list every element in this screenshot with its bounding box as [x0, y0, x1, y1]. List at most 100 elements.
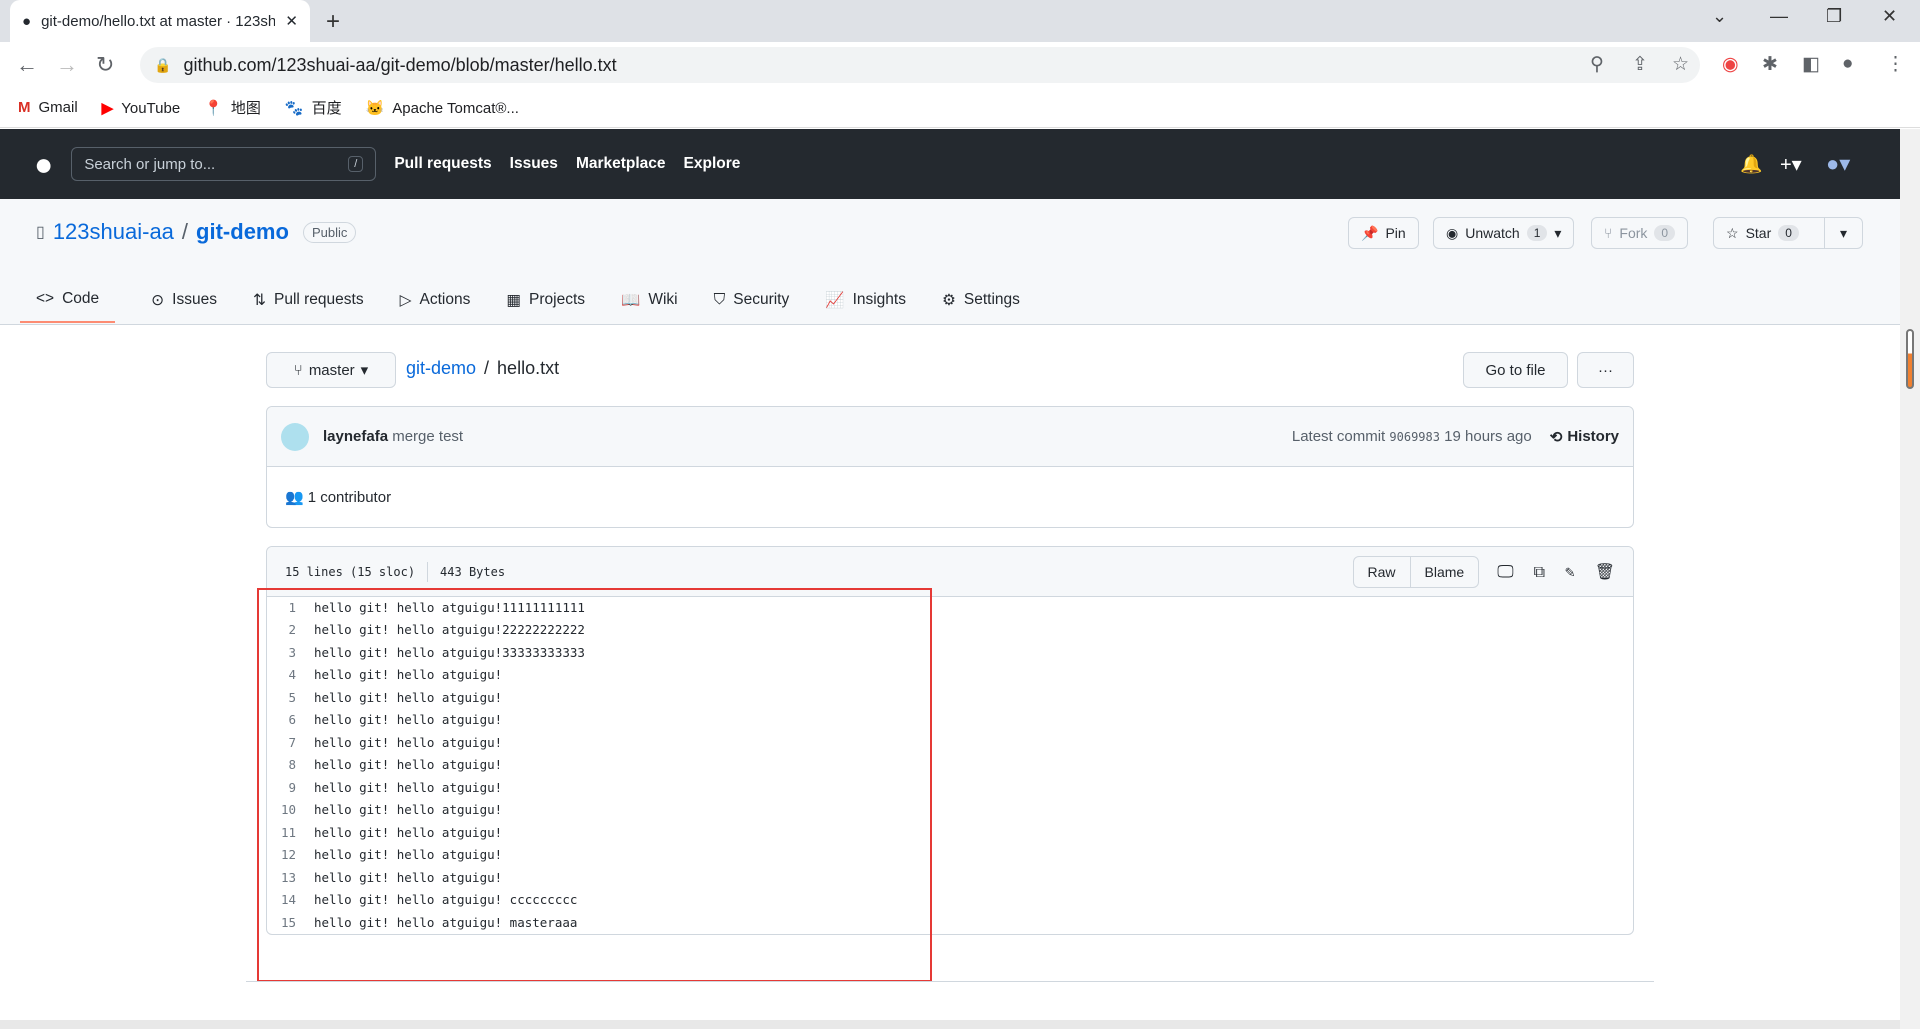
github-icon: ●: [22, 12, 32, 30]
zoom-icon[interactable]: ⚲: [1590, 53, 1604, 76]
caret-down-icon: ▾: [1554, 224, 1562, 241]
copy-icon[interactable]: ⧉: [1534, 562, 1545, 582]
bookmark-maps[interactable]: 📍 地图: [204, 97, 261, 118]
pin-button[interactable]: 📌 Pin: [1348, 217, 1419, 249]
tab-wiki[interactable]: 📖 Wiki: [621, 277, 678, 323]
tab-actions[interactable]: ▷ Actions: [400, 277, 471, 323]
bookmark-baidu[interactable]: 🐾 百度: [285, 97, 342, 118]
contributors-link[interactable]: 👥 1 contributor: [267, 467, 1633, 527]
tab-issues[interactable]: ⊙ Issues: [151, 277, 217, 323]
reload-icon[interactable]: ↻: [96, 52, 114, 78]
puzzle-icon[interactable]: ✱: [1762, 53, 1778, 76]
visibility-badge: Public: [302, 221, 357, 243]
fork-button[interactable]: ⑂ Fork 0: [1591, 217, 1689, 249]
scrollbar-thumb[interactable]: [1906, 329, 1914, 389]
bookmark-tomcat[interactable]: 🐱 Apache Tomcat®...: [366, 99, 519, 117]
commit-time: 19 hours ago: [1444, 428, 1532, 445]
blame-button[interactable]: Blame: [1411, 557, 1479, 587]
page-scrollbar[interactable]: [1900, 129, 1920, 1029]
eye-icon: ◉: [1446, 224, 1459, 241]
notifications-bell-icon[interactable]: 🔔: [1740, 154, 1762, 175]
bookmark-gmail[interactable]: M Gmail: [18, 99, 78, 116]
code-icon: <>: [36, 290, 55, 307]
breadcrumb-filename: hello.txt: [497, 358, 560, 378]
lock-icon: 🔒: [154, 56, 172, 73]
star-icon: ☆: [1726, 224, 1739, 241]
branch-icon: ⑂: [293, 361, 303, 379]
trash-icon[interactable]: 🗑: [1595, 562, 1615, 581]
highlight-annotation-box: [257, 588, 932, 982]
youtube-icon: ▶: [101, 99, 114, 117]
restore-button[interactable]: ❐: [1826, 6, 1842, 27]
tomcat-icon: 🐱: [365, 99, 385, 117]
star-dropdown-icon[interactable]: ▾: [1824, 218, 1862, 248]
branch-selector[interactable]: ⑂ master ▾: [266, 352, 396, 388]
breadcrumb: git-demo / hello.txt: [406, 358, 560, 379]
side-panel-icon[interactable]: ◧: [1802, 53, 1820, 76]
close-tab-icon[interactable]: ✕: [285, 12, 298, 30]
close-window-button[interactable]: ✕: [1882, 6, 1897, 27]
tab-security[interactable]: ⛉ Security: [714, 277, 790, 323]
nav-pull-requests[interactable]: Pull requests: [394, 155, 491, 173]
gear-icon: ⚙: [941, 291, 956, 309]
nav-marketplace[interactable]: Marketplace: [576, 155, 666, 173]
browser-tab[interactable]: ● git-demo/hello.txt at master · 123shua…: [10, 0, 310, 42]
github-header: ● Search or jump to... / Pull requests I…: [0, 129, 1900, 199]
tab-pull-requests[interactable]: ⇅ Pull requests: [253, 277, 364, 323]
repo-header: ▯ 123shuai-aa / git-demo Public 📌 Pin ◉ Un…: [0, 199, 1900, 325]
search-shortcut: /: [348, 156, 364, 172]
extension-icon[interactable]: ◉: [1722, 53, 1739, 76]
file-lines-info: 15 lines (15 sloc): [285, 564, 416, 579]
bottom-bar: [0, 1020, 1900, 1029]
footer-divider: [246, 981, 1654, 982]
pull-request-icon: ⇅: [252, 291, 266, 309]
repo-owner-link[interactable]: 123shuai-aa: [53, 219, 174, 245]
play-icon: ▷: [399, 291, 412, 309]
search-input[interactable]: Search or jump to... /: [71, 147, 377, 181]
more-options-button[interactable]: ···: [1577, 352, 1634, 388]
book-icon: 📖: [621, 291, 641, 309]
tab-insights[interactable]: 📈 Insights: [825, 277, 906, 323]
bookmark-star-icon[interactable]: ☆: [1672, 53, 1689, 76]
tab-search-icon[interactable]: ⌄: [1712, 6, 1727, 27]
commit-message[interactable]: merge test: [392, 428, 463, 445]
star-button[interactable]: ☆ Star 0 ▾: [1713, 217, 1863, 249]
unwatch-button[interactable]: ◉ Unwatch 1 ▾: [1433, 217, 1575, 249]
create-new-icon[interactable]: +▾: [1780, 152, 1802, 177]
user-avatar[interactable]: ●▾: [1826, 151, 1850, 177]
gmail-icon: M: [18, 99, 31, 116]
breadcrumb-repo-link[interactable]: git-demo: [406, 358, 476, 379]
nav-explore[interactable]: Explore: [684, 155, 741, 173]
forward-icon[interactable]: →: [56, 52, 78, 78]
desktop-icon[interactable]: 🖵: [1497, 562, 1513, 582]
minimize-button[interactable]: —: [1770, 6, 1788, 27]
github-logo-icon[interactable]: ●: [34, 146, 53, 183]
tab-code[interactable]: <> Code: [20, 277, 116, 323]
pencil-icon[interactable]: ✎: [1565, 562, 1575, 581]
commit-sha[interactable]: 9069983: [1389, 430, 1440, 444]
profile-icon[interactable]: ●: [1842, 53, 1853, 75]
table-icon: ▦: [506, 291, 522, 309]
author-avatar[interactable]: [281, 422, 309, 451]
go-to-file-button[interactable]: Go to file: [1463, 352, 1568, 388]
raw-button[interactable]: Raw: [1354, 556, 1411, 587]
nav-issues[interactable]: Issues: [510, 155, 558, 173]
tab-settings[interactable]: ⚙ Settings: [942, 277, 1020, 323]
caret-down-icon: ▾: [360, 362, 369, 379]
repo-name-link[interactable]: git-demo: [196, 219, 289, 245]
commit-author[interactable]: laynefafa: [323, 428, 388, 445]
bookmark-youtube[interactable]: ▶ YouTube: [102, 99, 181, 117]
share-icon[interactable]: ⇪: [1632, 53, 1648, 76]
commit-box: laynefafa merge test Latest commit 90699…: [266, 406, 1634, 528]
back-icon[interactable]: ←: [16, 52, 38, 78]
file-size: 443 Bytes: [440, 564, 506, 579]
tab-projects[interactable]: ▦ Projects: [506, 277, 585, 323]
tab-title: git-demo/hello.txt at master · 123shuai-…: [41, 12, 276, 30]
menu-icon[interactable]: ⋮: [1886, 53, 1905, 76]
graph-icon: 📈: [825, 291, 845, 309]
new-tab-button[interactable]: +: [326, 8, 340, 36]
history-link[interactable]: ⟲ History: [1550, 428, 1619, 446]
address-bar[interactable]: 🔒 github.com/123shuai-aa/git-demo/blob/m…: [140, 47, 1700, 83]
url-text: github.com/123shuai-aa/git-demo/blob/mas…: [183, 54, 617, 75]
pin-icon: 📌: [1361, 224, 1379, 241]
